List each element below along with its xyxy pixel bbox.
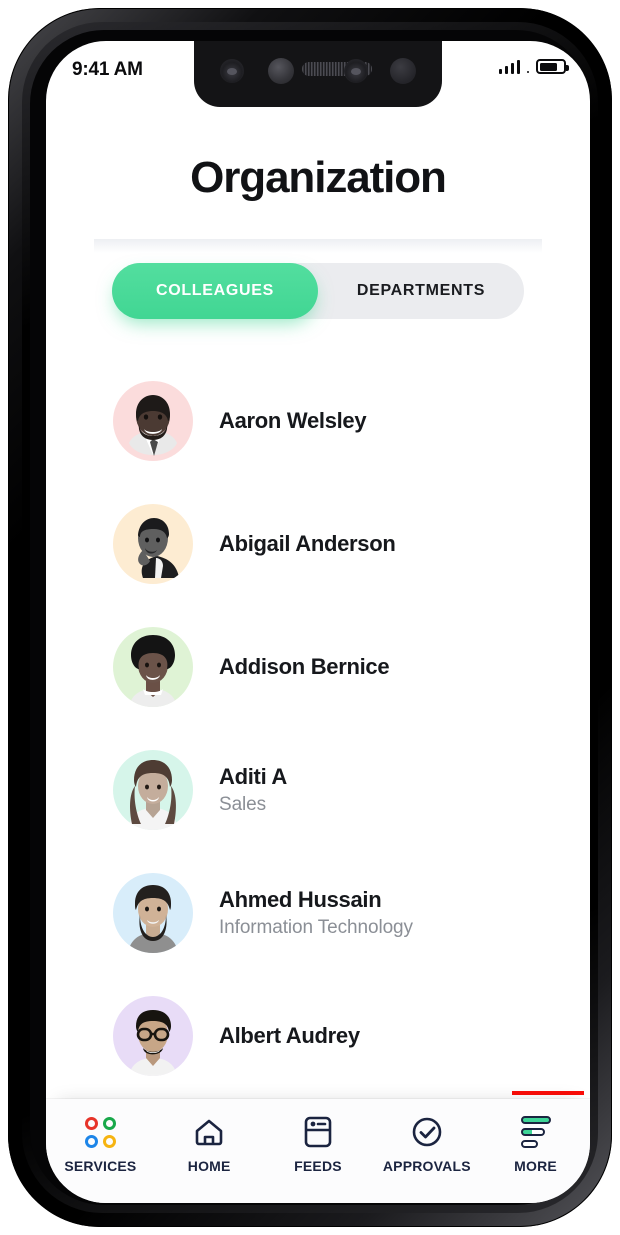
tab-departments[interactable]: DEPARTMENTS — [318, 263, 524, 319]
tab-more-label: MORE — [514, 1158, 557, 1174]
status-time: 9:41 AM — [72, 59, 143, 80]
list-item-name: Aaron Welsley — [219, 407, 367, 433]
list-item-name: Addison Bernice — [219, 653, 390, 679]
battery-icon — [536, 59, 569, 74]
tab-approvals-label: APPROVALS — [382, 1158, 471, 1174]
phone-frame: 9:41 AM Organization COLLEAGUES DEPARTME… — [8, 8, 612, 1227]
status-indicators — [498, 59, 569, 74]
tab-colleagues[interactable]: COLLEAGUES — [112, 263, 318, 319]
avatar-aditi-a — [113, 749, 193, 830]
scroll-indicator[interactable] — [512, 1091, 584, 1095]
list-item-text: Aaron Welsley — [219, 407, 367, 435]
list-bottom-fade — [46, 1073, 590, 1099]
proximity-sensor-icon — [268, 58, 294, 84]
home-icon — [192, 1115, 226, 1149]
signal-bars-icon — [498, 59, 520, 74]
list-item[interactable]: Aaron Welsley — [46, 359, 590, 482]
feeds-card-icon — [301, 1115, 335, 1149]
screenshot-stage: 9:41 AM Organization COLLEAGUES DEPARTME… — [0, 0, 620, 1235]
tab-approvals[interactable]: APPROVALS — [372, 1115, 481, 1174]
page-title: Organization — [190, 153, 447, 202]
phone-screen: 9:41 AM Organization COLLEAGUES DEPARTME… — [46, 41, 590, 1203]
front-camera-icon — [344, 59, 368, 83]
avatar-abigail-anderson — [113, 503, 193, 584]
list-item-name: Ahmed Hussain — [219, 887, 382, 913]
avatar-ahmed-hussain — [113, 872, 193, 953]
list-item-department: Sales — [219, 793, 267, 815]
list-item-name: Aditi A — [219, 764, 287, 790]
list-item[interactable]: Abigail Anderson — [46, 482, 590, 605]
list-item-name: Albert Audrey — [219, 1022, 360, 1048]
segmented-control: COLLEAGUES DEPARTMENTS — [112, 263, 524, 319]
device-notch — [194, 41, 442, 107]
check-circle-icon — [410, 1115, 444, 1149]
tab-home-label: HOME — [187, 1158, 231, 1174]
avatar-albert-audrey — [113, 995, 193, 1076]
list-item-text: Ahmed Hussain Information Technology — [219, 886, 413, 939]
tab-more[interactable]: MORE — [481, 1115, 590, 1174]
signal-dot-icon — [527, 71, 529, 73]
tab-feeds-label: FEEDS — [294, 1158, 342, 1174]
list-item-text: Aditi A Sales — [219, 763, 287, 816]
bottom-tab-bar: SERVICES HOME FEEDS APPROVALS MORE — [46, 1099, 590, 1203]
front-sensor-icon — [220, 59, 244, 83]
services-grid-icon — [83, 1115, 117, 1149]
tab-colleagues-label: COLLEAGUES — [155, 282, 275, 299]
list-item-text: Addison Bernice — [219, 653, 390, 681]
list-item-name: Abigail Anderson — [219, 530, 396, 556]
tab-services-label: SERVICES — [64, 1158, 137, 1174]
list-item-department: Information Technology — [219, 916, 413, 938]
tab-departments-label: DEPARTMENTS — [356, 282, 486, 299]
more-lines-icon — [519, 1115, 553, 1149]
list-item-text: Abigail Anderson — [219, 530, 396, 558]
tab-home[interactable]: HOME — [155, 1115, 264, 1174]
ambient-sensor-icon — [390, 58, 416, 84]
tab-feeds[interactable]: FEEDS — [264, 1115, 373, 1174]
list-item[interactable]: Ahmed Hussain Information Technology — [46, 851, 590, 974]
list-item-text: Albert Audrey — [219, 1022, 360, 1050]
avatar-addison-bernice — [113, 626, 193, 707]
list-item[interactable]: Aditi A Sales — [46, 728, 590, 851]
avatar-aaron-welsley — [113, 380, 193, 461]
colleagues-list[interactable]: Aaron Welsley Abigail Anderson Addison B… — [46, 359, 590, 1099]
tab-services[interactable]: SERVICES — [46, 1115, 155, 1174]
list-item[interactable]: Addison Bernice — [46, 605, 590, 728]
header-divider — [94, 239, 542, 253]
